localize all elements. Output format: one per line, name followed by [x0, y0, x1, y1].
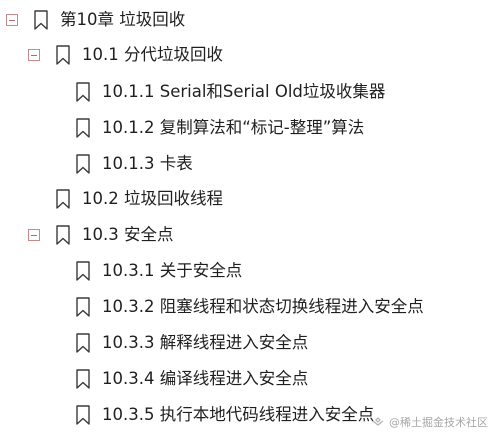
tree-node-label: 10.3.2 阻塞线程和状态切换线程进入安全点: [102, 297, 424, 316]
bookmark-icon: [76, 82, 90, 102]
tree-node-section-10-3[interactable]: 10.3 安全点: [28, 220, 173, 250]
bookmark-icon: [76, 118, 90, 138]
tree-node-10-3-5[interactable]: 10.3.5 执行本地代码线程进入安全点: [76, 400, 374, 430]
tree-node-10-3-2[interactable]: 10.3.2 阻塞线程和状态切换线程进入安全点: [76, 292, 424, 322]
watermark-text: @稀土掘金技术社区: [389, 416, 488, 429]
tree-node-label: 10.1.3 卡表: [102, 154, 193, 173]
tree-node-10-3-4[interactable]: 10.3.4 编译线程进入安全点: [76, 364, 308, 394]
tree-node-label: 第10章 垃圾回收: [60, 10, 186, 29]
collapse-minus-icon[interactable]: [28, 49, 40, 61]
tree-node-label: 10.1.1 Serial和Serial Old垃圾收集器: [102, 82, 386, 101]
tree-node-label: 10.2 垃圾回收线程: [82, 189, 223, 208]
tree-node-10-3-1[interactable]: 10.3.1 关于安全点: [76, 256, 242, 286]
tree-node-10-1-2[interactable]: 10.1.2 复制算法和“标记-整理”算法: [76, 113, 364, 143]
bookmark-icon: [76, 154, 90, 174]
bookmark-icon: [76, 405, 90, 425]
bookmark-icon: [56, 189, 70, 209]
tree-node-label: 10.3.4 编译线程进入安全点: [102, 369, 309, 388]
tree-node-label: 10.3.1 关于安全点: [102, 261, 243, 280]
bookmark-icon: [56, 45, 70, 65]
watermark: @稀土掘金技术社区: [371, 414, 488, 430]
bookmark-icon: [76, 261, 90, 281]
collapse-minus-icon[interactable]: [28, 229, 40, 241]
tree-node-label: 10.1.2 复制算法和“标记-整理”算法: [102, 118, 365, 137]
tree-node-chapter-10[interactable]: 第10章 垃圾回收: [6, 5, 185, 35]
tree-node-label: 10.3 安全点: [82, 225, 174, 244]
tree-node-label: 10.1 分代垃圾回收: [82, 45, 223, 64]
juejin-logo-icon: [371, 417, 385, 427]
tree-node-10-1-1[interactable]: 10.1.1 Serial和Serial Old垃圾收集器: [76, 77, 385, 107]
tree-node-10-3-3[interactable]: 10.3.3 解释线程进入安全点: [76, 328, 308, 358]
bookmark-outline-tree: 第10章 垃圾回收 10.1 分代垃圾回收 10.1.1 Serial和Seri…: [0, 0, 500, 442]
tree-node-label: 10.3.5 执行本地代码线程进入安全点: [102, 405, 375, 424]
bookmark-icon: [76, 333, 90, 353]
tree-node-label: 10.3.3 解释线程进入安全点: [102, 333, 309, 352]
bookmark-icon: [76, 369, 90, 389]
bookmark-icon: [56, 225, 70, 245]
tree-node-10-1-3[interactable]: 10.1.3 卡表: [76, 149, 193, 179]
bookmark-icon: [76, 297, 90, 317]
tree-node-section-10-1[interactable]: 10.1 分代垃圾回收: [28, 40, 223, 70]
tree-node-section-10-2[interactable]: 10.2 垃圾回收线程: [56, 184, 223, 214]
bookmark-icon: [34, 10, 48, 30]
collapse-minus-icon[interactable]: [6, 14, 18, 26]
